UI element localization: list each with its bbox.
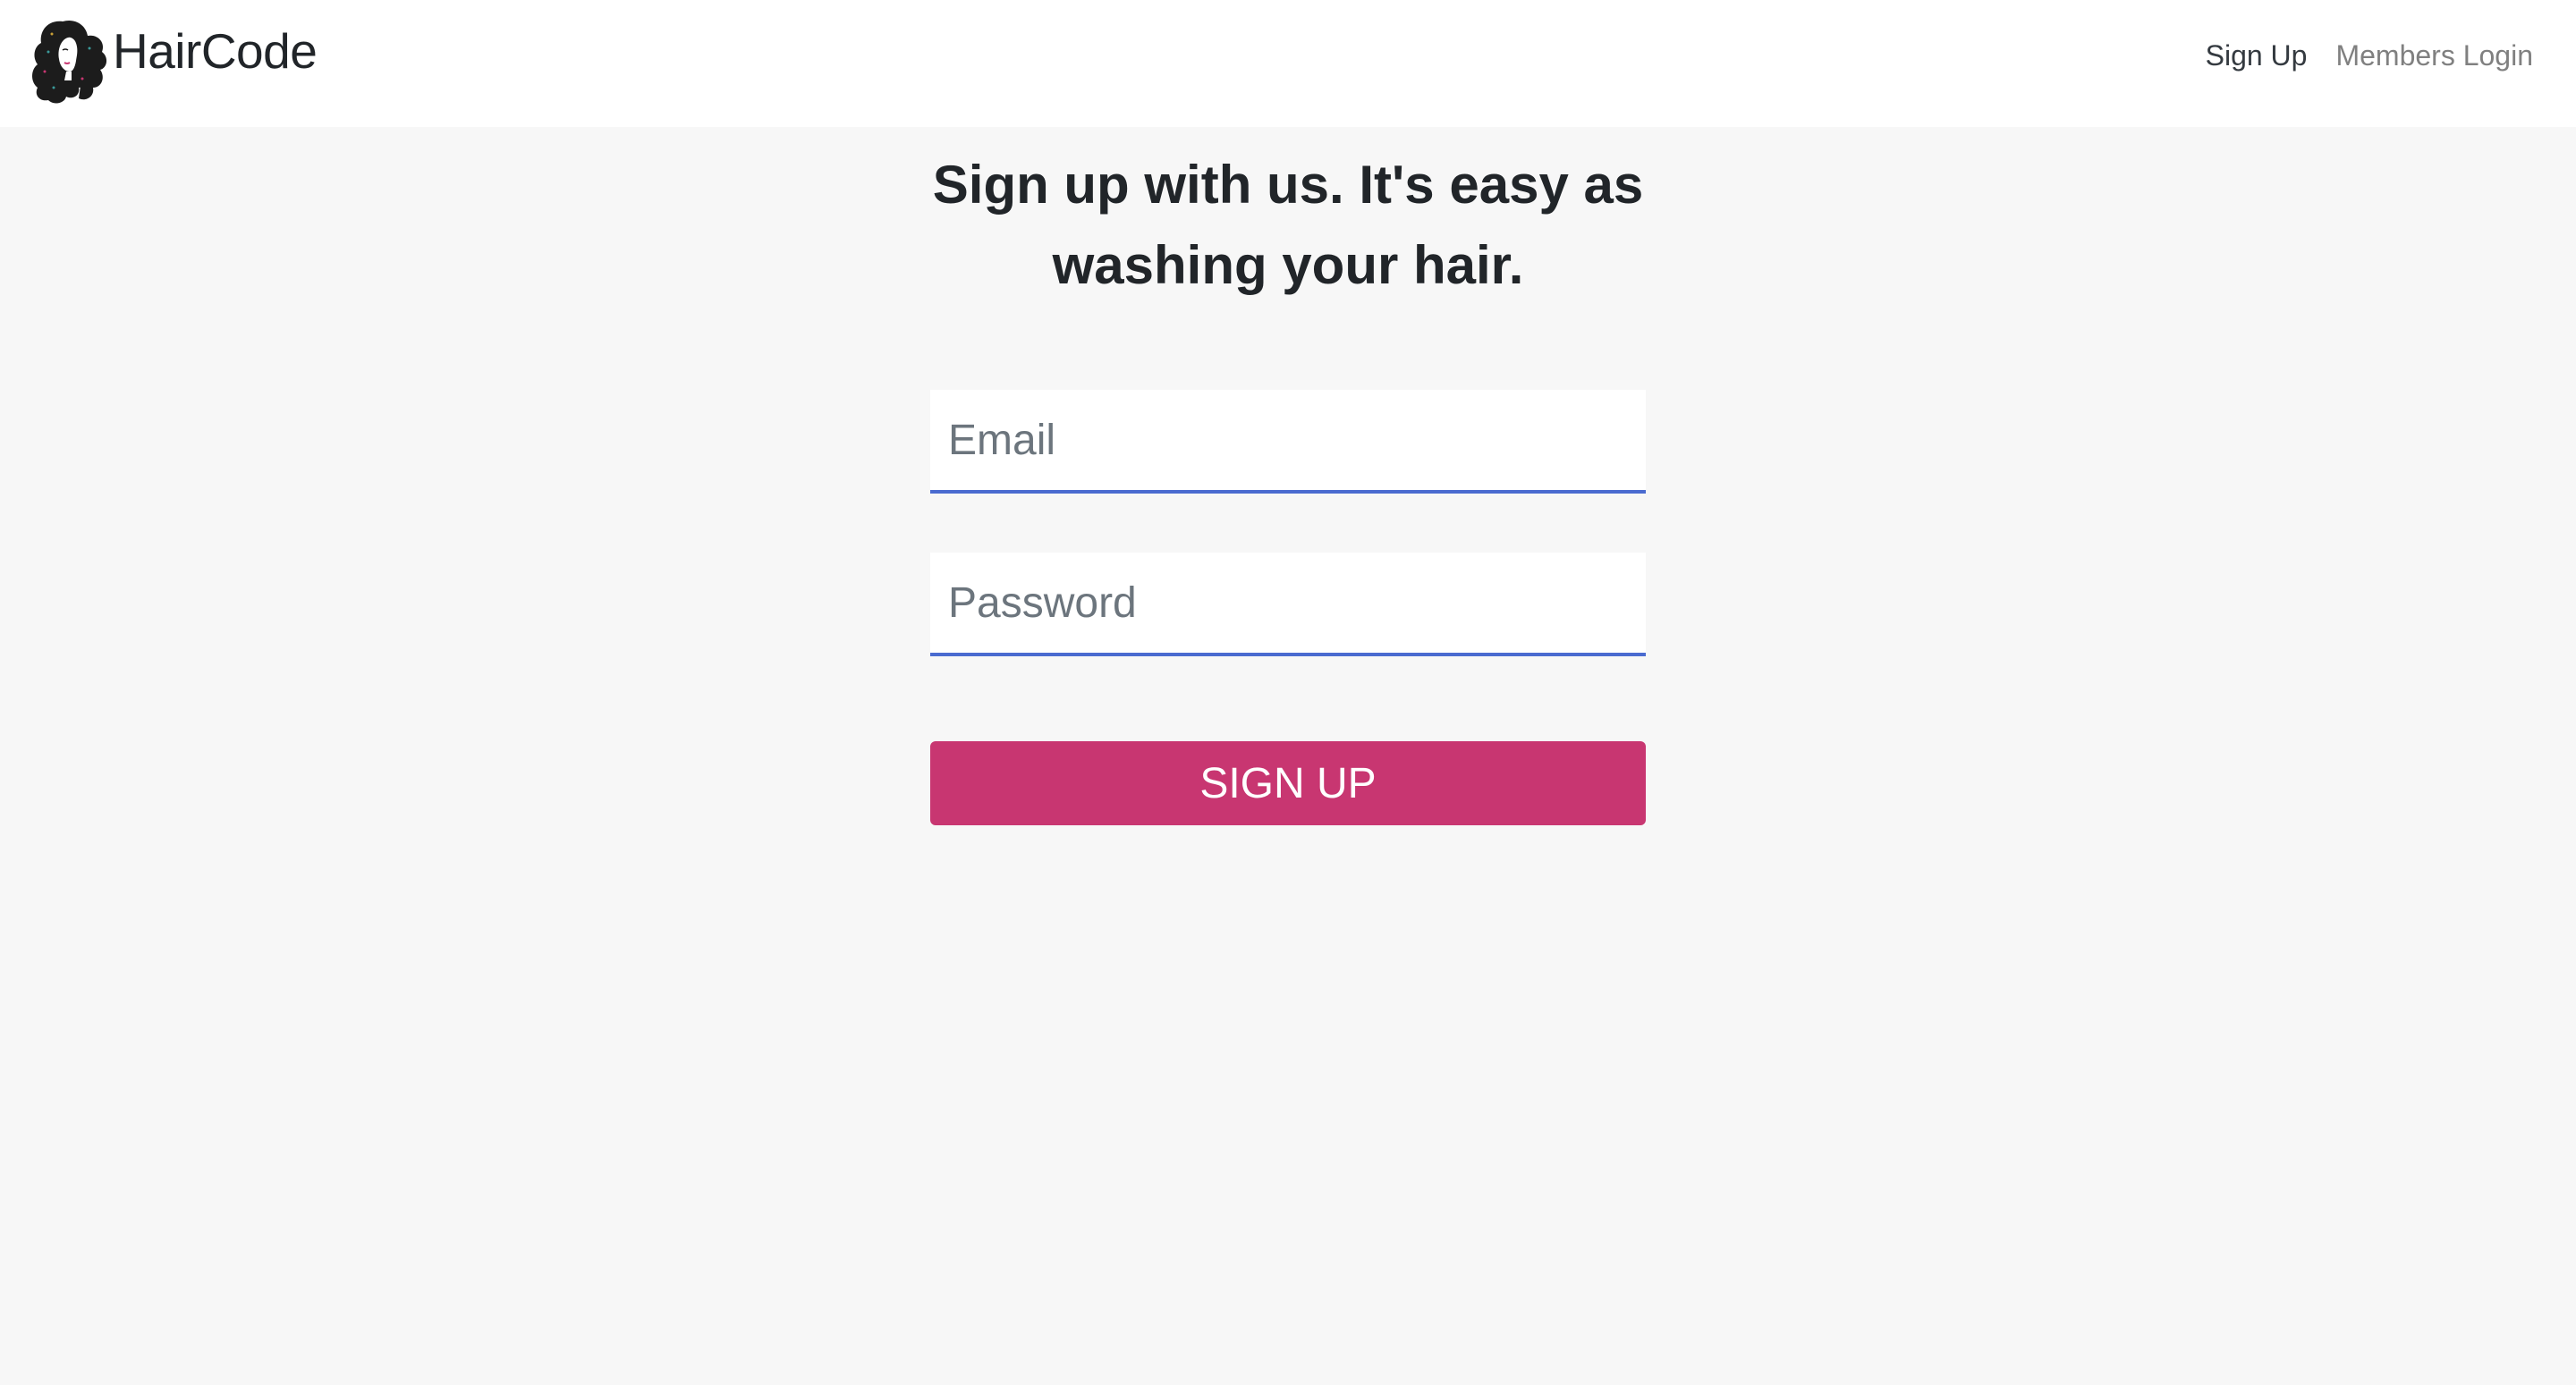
password-input[interactable] xyxy=(930,553,1646,656)
main-content: Sign up with us. It's easy as washing yo… xyxy=(0,127,2576,1385)
nav-menu: Sign Up Members Login xyxy=(2177,39,2533,72)
sign-up-button[interactable]: SIGN UP xyxy=(930,741,1646,825)
nav-item-members-login[interactable]: Members Login xyxy=(2335,39,2533,72)
woman-curly-hair-logo-icon xyxy=(32,20,107,104)
page-heading: Sign up with us. It's easy as washing yo… xyxy=(932,155,1644,295)
navbar: HairCode Sign Up Members Login xyxy=(0,0,2576,127)
nav-item-sign-up[interactable]: Sign Up xyxy=(2206,39,2308,72)
email-input[interactable] xyxy=(930,390,1646,494)
brand-link[interactable]: HairCode xyxy=(27,16,318,106)
brand-name: HairCode xyxy=(113,23,318,79)
